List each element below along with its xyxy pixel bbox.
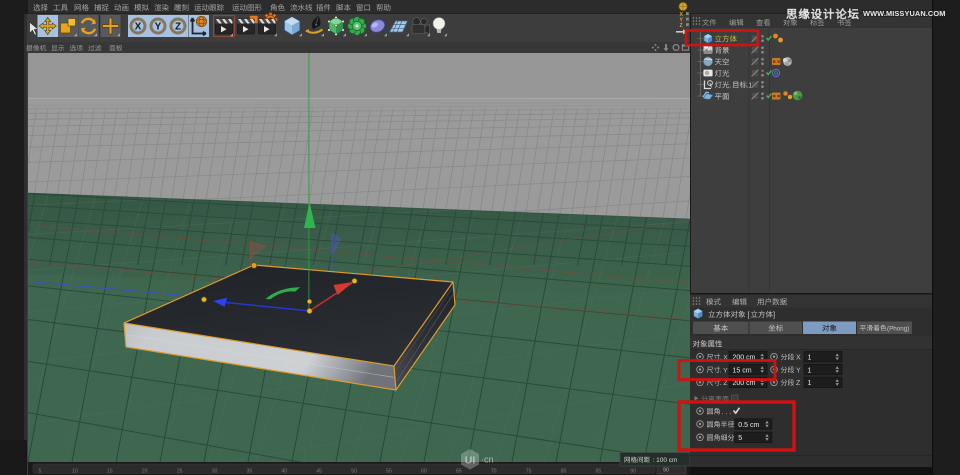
svg-text:25: 25: [177, 469, 183, 475]
svg-text:5: 5: [738, 435, 742, 442]
svg-text:Z: Z: [175, 22, 181, 33]
svg-text:200 cm: 200 cm: [733, 380, 756, 387]
svg-text:5: 5: [39, 469, 42, 475]
svg-text:WWW.MISSYUAN.COM: WWW.MISSYUAN.COM: [863, 9, 945, 18]
svg-text:1: 1: [808, 367, 812, 374]
svg-text:Y: Y: [796, 367, 801, 374]
svg-text:55: 55: [386, 469, 392, 475]
svg-text:. Y: . Y: [720, 367, 729, 374]
svg-text:50: 50: [351, 469, 357, 475]
svg-text:20: 20: [142, 469, 148, 475]
svg-text:60: 60: [421, 469, 427, 475]
svg-text:(Phong): (Phong): [887, 326, 909, 333]
svg-text:. . .: . . .: [722, 409, 732, 416]
svg-text:Y: Y: [155, 22, 162, 33]
svg-text:90: 90: [663, 468, 669, 474]
svg-text:85: 85: [596, 469, 602, 475]
svg-text:]: ]: [773, 310, 775, 319]
svg-text:15: 15: [107, 469, 113, 475]
svg-text:Z: Z: [796, 380, 801, 387]
svg-text:UI: UI: [465, 455, 476, 467]
svg-text:65: 65: [456, 469, 462, 475]
svg-text:70: 70: [491, 469, 497, 475]
svg-text:75: 75: [526, 469, 532, 475]
svg-text:80: 80: [561, 469, 567, 475]
svg-text:X: X: [796, 355, 801, 362]
svg-text:.: .: [730, 81, 732, 90]
svg-text:40: 40: [281, 469, 287, 475]
svg-text:45: 45: [316, 469, 322, 475]
svg-text:X: X: [135, 22, 142, 33]
svg-text:. Z: . Z: [720, 380, 728, 387]
svg-text:15 cm: 15 cm: [733, 367, 752, 374]
svg-text:90: 90: [630, 469, 636, 475]
svg-text:35: 35: [247, 469, 253, 475]
svg-text:1: 1: [808, 355, 812, 362]
svg-text:: 100 cm: : 100 cm: [653, 457, 678, 464]
svg-text:·cn: ·cn: [481, 455, 494, 465]
svg-text:30: 30: [212, 469, 218, 475]
svg-text:0.5 cm: 0.5 cm: [738, 422, 759, 429]
svg-text:10: 10: [72, 469, 78, 475]
svg-text:1: 1: [808, 380, 812, 387]
